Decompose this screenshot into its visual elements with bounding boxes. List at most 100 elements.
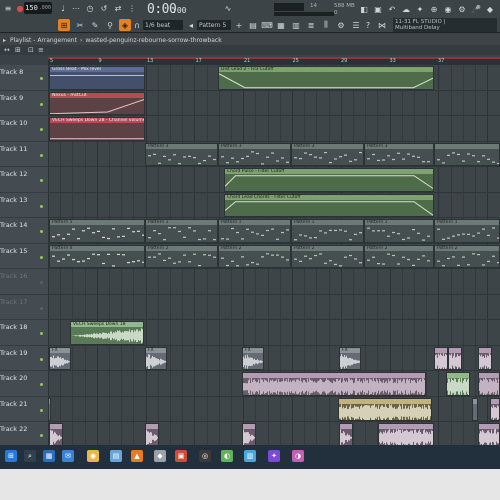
- playlist-clip[interactable]: Chord Pulse - Filter Cutoff: [224, 168, 434, 192]
- browser-icon[interactable]: ☰: [350, 19, 362, 31]
- playlist-clip[interactable]: [49, 423, 63, 445]
- playlist-clip[interactable]: [490, 397, 500, 421]
- track-header[interactable]: Track 13: [0, 193, 48, 218]
- playlist-clip[interactable]: FX: [145, 346, 167, 370]
- playlist-clip[interactable]: [434, 142, 500, 166]
- playlist-clip[interactable]: Nexus - mstCut: [49, 91, 145, 115]
- track-mute-led[interactable]: [40, 179, 43, 182]
- playlist-grid[interactable]: Gross Beat - Mix level Dist Lead 2 - Fil3…: [48, 65, 500, 445]
- track-header[interactable]: Track 15: [0, 244, 48, 269]
- playlist-clip[interactable]: [242, 423, 256, 445]
- piano-roll-icon[interactable]: ▥: [290, 19, 302, 31]
- marketplace-icon[interactable]: ◉: [442, 3, 454, 15]
- plugin-picker-icon[interactable]: ⚙: [335, 19, 347, 31]
- media-app-icon[interactable]: ◎: [199, 450, 211, 462]
- keyboard-icon[interactable]: ▤: [247, 19, 259, 31]
- playlist-clip[interactable]: Dist Lead 2 - Fil3 Cutoff: [218, 66, 434, 90]
- explorer-icon[interactable]: ▤: [110, 450, 122, 462]
- track-mute-led[interactable]: [40, 255, 43, 259]
- playlist-clip[interactable]: Pattern 3: [291, 142, 364, 166]
- playlist-clip[interactable]: [478, 346, 492, 370]
- pencil-icon[interactable]: ✎: [89, 19, 101, 31]
- track-mute-led[interactable]: [40, 306, 43, 310]
- track-header[interactable]: Track 11: [0, 142, 48, 167]
- blend-notes-icon[interactable]: ⇄: [112, 2, 124, 14]
- settings-icon[interactable]: ⚙: [456, 3, 468, 15]
- tools-snap-icon[interactable]: ⊡: [28, 46, 34, 54]
- channel-rack-icon[interactable]: ≣: [305, 19, 317, 31]
- playlist-clip[interactable]: [472, 397, 478, 421]
- mixer-icon[interactable]: ⫼: [320, 19, 332, 31]
- track-mute-led[interactable]: [40, 332, 43, 335]
- track-header[interactable]: Track 17: [0, 295, 48, 320]
- playlist-clip[interactable]: FX: [339, 346, 361, 370]
- metronome-icon[interactable]: ♩: [57, 2, 69, 14]
- undo-icon[interactable]: ↶: [386, 3, 398, 15]
- folder-icon[interactable]: ▥: [244, 450, 256, 462]
- audio-editor-icon[interactable]: ⋈: [376, 19, 388, 31]
- online-icon[interactable]: ☁: [400, 3, 412, 15]
- track-header[interactable]: Track 21: [0, 397, 48, 422]
- app-icon[interactable]: ◑: [292, 450, 304, 462]
- track-header[interactable]: Track 14: [0, 218, 48, 244]
- track-mute-led[interactable]: [40, 434, 43, 437]
- mic-icon[interactable]: 🎤: [470, 3, 482, 15]
- slice-tool-icon[interactable]: ✂: [74, 19, 86, 31]
- cart-icon[interactable]: ◆: [484, 3, 496, 15]
- track-header[interactable]: Track 12: [0, 167, 48, 193]
- playlist-clip[interactable]: [478, 372, 500, 396]
- track-mute-led[interactable]: [40, 230, 43, 233]
- playlist-clip[interactable]: Pattern 2: [291, 244, 364, 268]
- track-header[interactable]: Track 20: [0, 371, 48, 397]
- link-icon[interactable]: ◈: [119, 19, 131, 31]
- track-mute-led[interactable]: [40, 204, 43, 208]
- save-icon[interactable]: ▣: [372, 3, 384, 15]
- playlist-clip[interactable]: Pattern 5: [49, 219, 145, 243]
- track-header[interactable]: Track 16: [0, 269, 48, 295]
- playlist-clip[interactable]: Pattern 1: [364, 219, 434, 243]
- playlist-clip[interactable]: FX: [49, 346, 71, 370]
- playlist-clip[interactable]: Chord Lead Chords - Filter Cutoff: [224, 193, 434, 217]
- tools-zoom-icon[interactable]: ⊞: [15, 46, 21, 54]
- track-mute-led[interactable]: [40, 408, 43, 412]
- render-icon[interactable]: ◧: [358, 3, 370, 15]
- brush-icon[interactable]: ⚲: [104, 19, 116, 31]
- track-header[interactable]: Track 8: [0, 65, 48, 91]
- track-mute-led[interactable]: [40, 281, 43, 284]
- help-icon[interactable]: ?: [362, 19, 374, 31]
- fl-studio-icon[interactable]: ✦: [268, 450, 280, 462]
- pattern-prev-icon[interactable]: ◂: [185, 19, 197, 31]
- typing-keyboard-icon[interactable]: ⌨: [261, 19, 273, 31]
- playlist-snap-icon[interactable]: ⊞: [58, 19, 70, 31]
- tools-expand-icon[interactable]: ≡: [38, 46, 44, 54]
- playlist-clip[interactable]: [478, 423, 500, 445]
- playlist-clip[interactable]: Pattern 1: [291, 219, 364, 243]
- playlist-clip[interactable]: Pattern 2: [434, 244, 500, 268]
- playlist-clip[interactable]: Pattern 1: [145, 219, 218, 243]
- snap-dropdown[interactable]: 1/6 beat: [143, 20, 183, 30]
- playlist-clip[interactable]: VECH Sweeps Down 18: [70, 321, 144, 345]
- playlist-clip[interactable]: Pattern 3: [145, 142, 218, 166]
- track-header[interactable]: Track 19: [0, 346, 48, 371]
- playlist-clip[interactable]: [434, 346, 448, 370]
- track-mute-led[interactable]: [40, 153, 43, 157]
- playlist-clip[interactable]: Gross Beat - Mix level: [49, 66, 145, 90]
- playlist-menu-icon[interactable]: ▸: [3, 37, 6, 44]
- playlist-clip[interactable]: Pattern 3: [218, 142, 291, 166]
- track-mute-led[interactable]: [40, 357, 43, 361]
- magnet-icon[interactable]: ∩: [131, 19, 143, 31]
- playlist-clip[interactable]: FX: [242, 346, 264, 370]
- step-icon[interactable]: ⋯: [70, 2, 82, 14]
- calendar-icon[interactable]: ▦: [43, 450, 55, 462]
- multilink-icon[interactable]: ⋮: [126, 2, 138, 14]
- track-mute-led[interactable]: [40, 128, 43, 131]
- chrome-icon[interactable]: ◉: [87, 450, 99, 462]
- countdown-icon[interactable]: ◷: [84, 2, 96, 14]
- playlist-clip[interactable]: [448, 346, 462, 370]
- track-header[interactable]: Track 10: [0, 116, 48, 142]
- playlist-clip[interactable]: VECH Sweeps Down 28 - Channel volume: [49, 117, 145, 141]
- playlist-clip[interactable]: Pattern 2: [145, 244, 218, 268]
- track-mute-led[interactable]: [40, 102, 43, 106]
- playlist-clip[interactable]: Pattern 1: [434, 219, 500, 243]
- news-icon[interactable]: ⊕: [428, 3, 440, 15]
